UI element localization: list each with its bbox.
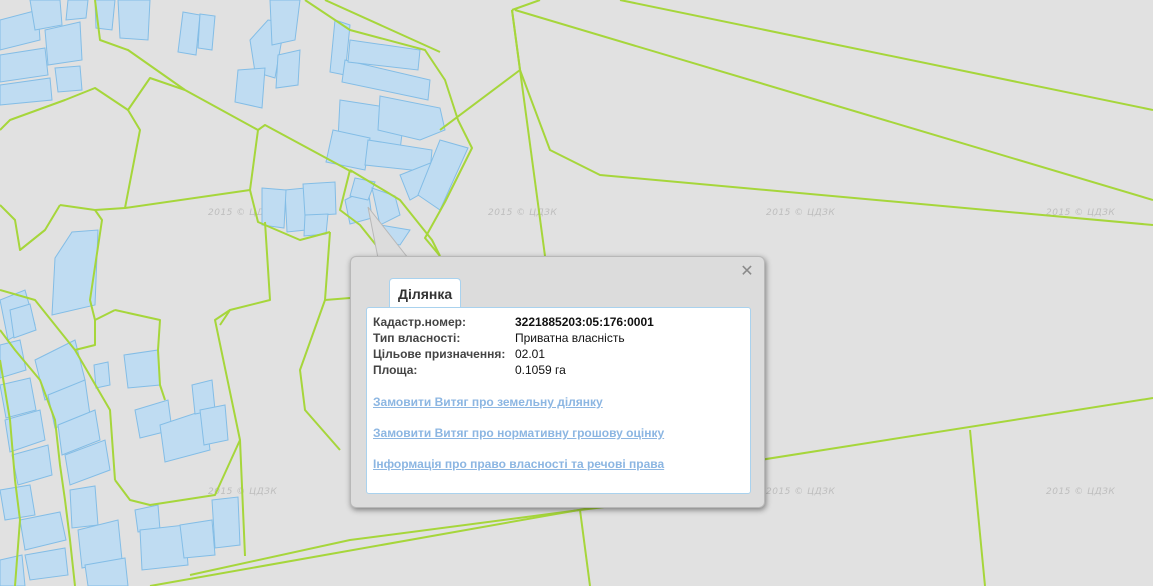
parcel-info-popup: ✕ Ділянка Кадастр.номер: 3221885203:05:17… bbox=[350, 256, 765, 508]
watermark: 2015 © ЦДЗК bbox=[1046, 487, 1115, 497]
property-value: 02.01 bbox=[515, 347, 546, 361]
ownership-rights-info-link[interactable]: Інформація про право власності та речові… bbox=[373, 457, 664, 488]
parcel-details-panel: Кадастр.номер: 3221885203:05:176:0001 Тип… bbox=[366, 307, 751, 494]
property-label: Цільове призначення: bbox=[373, 347, 506, 361]
property-label: Тип власності: bbox=[373, 331, 461, 345]
property-row-area: Площа: 0.1059 га bbox=[373, 363, 654, 379]
property-value: 0.1059 га bbox=[515, 363, 566, 377]
parcel-properties: Кадастр.номер: 3221885203:05:176:0001 Тип… bbox=[373, 315, 654, 379]
parcel-links: Замовити Витяг про земельну ділянку Замо… bbox=[373, 395, 664, 488]
property-label: Кадастр.номер: bbox=[373, 315, 466, 329]
tab-parcel[interactable]: Ділянка bbox=[389, 278, 462, 307]
property-row-ownership-type: Тип власності: Приватна власність bbox=[373, 331, 654, 347]
property-row-cadastral-number: Кадастр.номер: 3221885203:05:176:0001 bbox=[373, 315, 654, 331]
property-value: 3221885203:05:176:0001 bbox=[515, 315, 654, 329]
watermark: 2015 © ЦДЗК bbox=[766, 208, 835, 218]
close-icon[interactable]: ✕ bbox=[739, 263, 755, 279]
property-row-purpose: Цільове призначення: 02.01 bbox=[373, 347, 654, 363]
property-label: Площа: bbox=[373, 363, 418, 377]
watermark: 2015 © ЦДЗК bbox=[488, 208, 557, 218]
order-valuation-extract-link[interactable]: Замовити Витяг про нормативну грошову оц… bbox=[373, 426, 664, 457]
order-land-extract-link[interactable]: Замовити Витяг про земельну ділянку bbox=[373, 395, 664, 426]
watermark: 2015 © ЦДЗК bbox=[766, 487, 835, 497]
property-value: Приватна власність bbox=[515, 331, 625, 345]
